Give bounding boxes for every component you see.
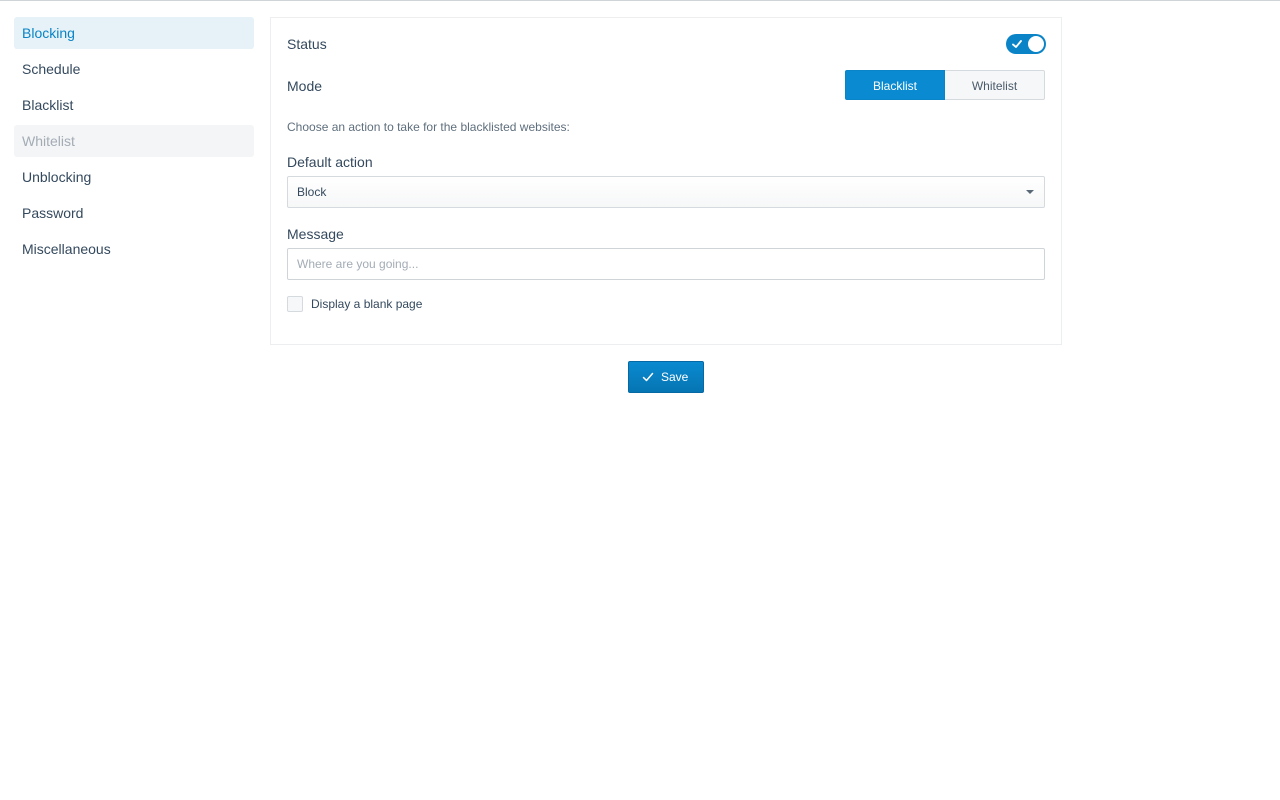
sidebar-nav: Blocking Schedule Blacklist Whitelist Un… [14,17,254,269]
top-border [0,0,1280,1]
sidebar-item-schedule[interactable]: Schedule [14,53,254,85]
mode-label: Mode [287,78,323,94]
blank-page-label[interactable]: Display a blank page [311,297,422,311]
sidebar-item-whitelist[interactable]: Whitelist [14,125,254,157]
default-action-value: Block [297,185,327,199]
mode-blacklist-button[interactable]: Blacklist [845,70,945,100]
mode-whitelist-button[interactable]: Whitelist [945,70,1045,100]
sidebar-item-unblocking[interactable]: Unblocking [14,161,254,193]
sidebar-item-blocking[interactable]: Blocking [14,17,254,49]
blank-page-checkbox[interactable] [287,296,303,312]
message-label: Message [287,226,344,242]
default-action-select[interactable]: Block [287,176,1045,208]
sidebar-item-blacklist[interactable]: Blacklist [14,89,254,121]
action-hint-text: Choose an action to take for the blackli… [287,120,570,134]
blocking-settings-panel: Status Mode Blacklist Whitelist Choose a… [270,17,1062,345]
caret-down-icon [1026,190,1034,194]
message-input[interactable] [287,248,1045,280]
mode-segmented-control: Blacklist Whitelist [845,70,1045,100]
check-icon [642,372,654,382]
sidebar-item-miscellaneous[interactable]: Miscellaneous [14,233,254,265]
save-button[interactable]: Save [628,361,704,393]
save-label: Save [661,370,689,384]
default-action-label: Default action [287,154,373,170]
check-icon [1012,40,1022,48]
status-label: Status [287,36,327,52]
sidebar-item-password[interactable]: Password [14,197,254,229]
status-toggle[interactable] [1006,34,1046,54]
toggle-knob [1028,36,1044,52]
